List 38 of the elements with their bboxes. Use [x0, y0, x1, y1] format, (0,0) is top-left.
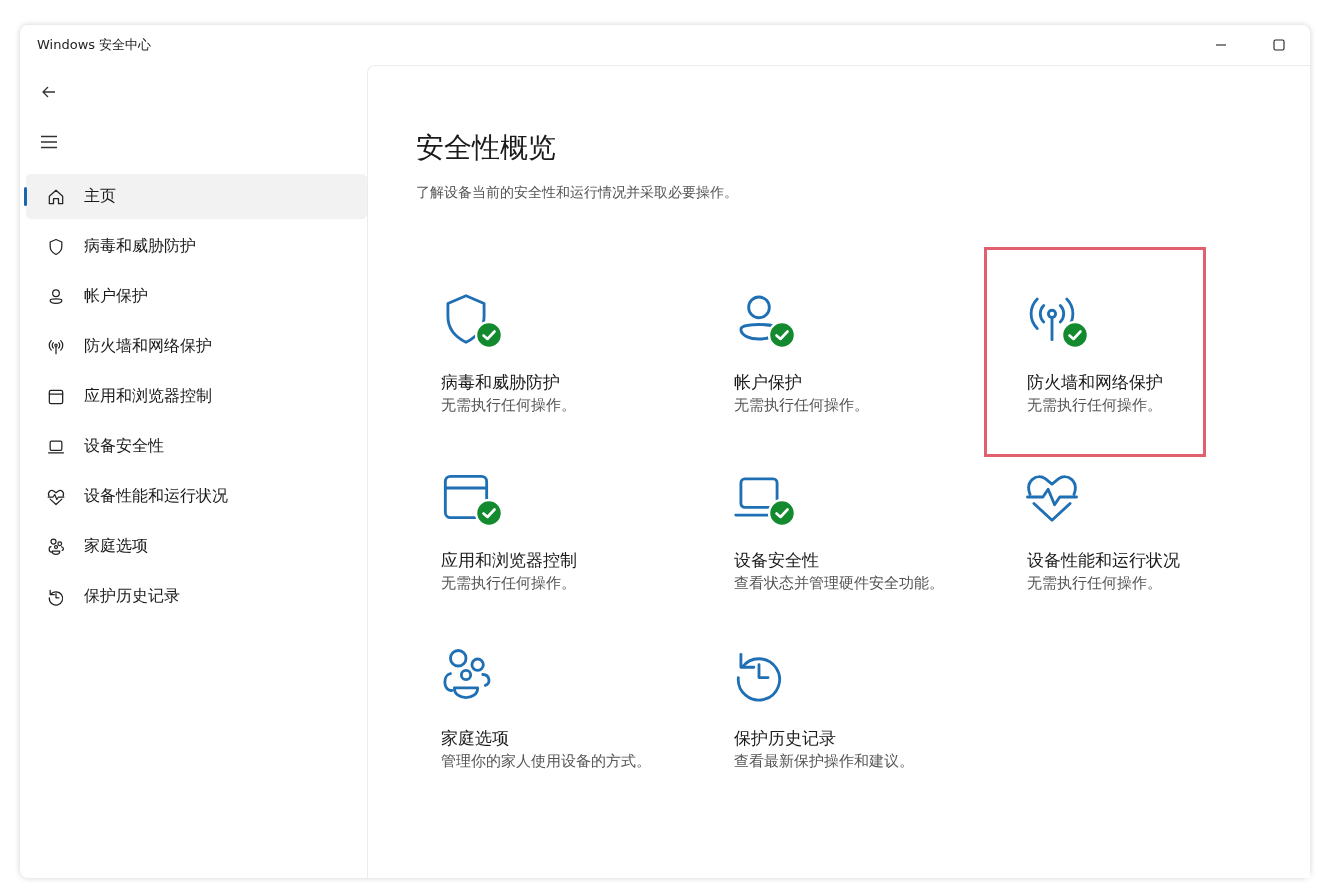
maximize-icon[interactable]: [1272, 38, 1286, 52]
sidebar-item[interactable]: 家庭选项: [26, 524, 367, 569]
tile-status: 查看最新保护操作和建议。: [734, 752, 914, 771]
sidebar-item[interactable]: 设备安全性: [26, 424, 367, 469]
tile-status: 查看状态并管理硬件安全功能。: [734, 574, 944, 593]
tile-status: 管理你的家人使用设备的方式。: [441, 752, 651, 771]
sidebar-item[interactable]: 病毒和威胁防护: [26, 224, 367, 269]
tile-title: 家庭选项: [441, 727, 510, 750]
tile-title: 设备性能和运行状况: [1027, 549, 1180, 572]
sidebar-item[interactable]: 应用和浏览器控制: [26, 374, 367, 419]
tile-title: 防火墙和网络保护: [1027, 371, 1163, 394]
security-tile[interactable]: 保护历史记录 查看最新保护操作和建议。: [724, 636, 924, 780]
family-icon: [46, 536, 66, 557]
page-description: 了解设备当前的安全性和运行情况并采取必要操作。: [416, 184, 739, 202]
tile-status: 无需执行任何操作。: [1027, 574, 1163, 593]
tile-status: 无需执行任何操作。: [441, 396, 576, 415]
tile-status: 无需执行任何操作。: [441, 574, 577, 593]
tile-title: 设备安全性: [734, 549, 820, 572]
sidebar-item[interactable]: 帐户保护: [26, 274, 367, 319]
tile-title: 应用和浏览器控制: [441, 549, 577, 572]
sidebar-item[interactable]: 防火墙和网络保护: [26, 324, 367, 369]
security-tile[interactable]: 帐户保护 无需执行任何操作。: [724, 280, 879, 424]
security-tile[interactable]: 设备性能和运行状况 无需执行任何操作。: [1017, 458, 1190, 602]
tile-status: 无需执行任何操作。: [734, 396, 869, 415]
tile-title: 病毒和威胁防护: [441, 371, 561, 394]
security-tile[interactable]: 家庭选项 管理你的家人使用设备的方式。: [431, 636, 661, 780]
sidebar-item[interactable]: 主页: [26, 174, 367, 219]
sidebar-item[interactable]: 保护历史记录: [26, 574, 367, 619]
security-tile[interactable]: 设备安全性 查看状态并管理硬件安全功能。: [724, 458, 954, 602]
tile-status: 无需执行任何操作。: [1027, 396, 1163, 415]
tile-title: 帐户保护: [734, 371, 803, 394]
security-tile[interactable]: 病毒和威胁防护 无需执行任何操作。: [431, 280, 586, 424]
security-tile[interactable]: 应用和浏览器控制 无需执行任何操作。: [431, 458, 587, 602]
window-title: Windows 安全中心: [37, 36, 152, 54]
page-heading: 安全性概览: [416, 130, 557, 166]
security-tile[interactable]: 防火墙和网络保护 无需执行任何操作。: [1017, 280, 1173, 424]
tile-title: 保护历史记录: [734, 727, 837, 750]
sidebar-item[interactable]: 设备性能和运行状况: [26, 474, 367, 519]
